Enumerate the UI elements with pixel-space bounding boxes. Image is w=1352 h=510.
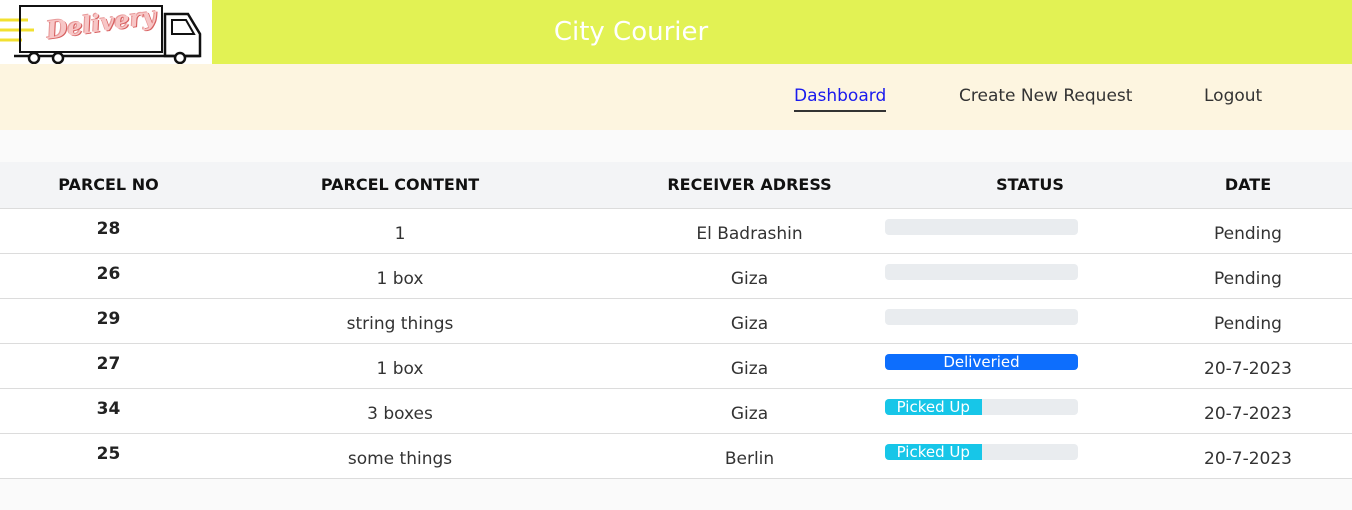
receiver-address-cell: Giza [583, 388, 916, 434]
nav-bar: Dashboard Create New Request Logout [0, 64, 1352, 130]
parcels-table-container: PARCEL NO PARCEL CONTENT RECEIVER ADRESS… [0, 162, 1352, 479]
parcels-table: PARCEL NO PARCEL CONTENT RECEIVER ADRESS… [0, 162, 1352, 479]
column-header-receiver-address[interactable]: RECEIVER ADRESS [583, 162, 916, 209]
date-cell: Pending [1144, 253, 1352, 299]
status-progress-bar: Deliveried [885, 353, 1078, 370]
status-progress-bar [885, 218, 1078, 235]
parcel-no-cell: 27 [0, 343, 217, 389]
parcel-content-cell: some things [217, 433, 583, 479]
date-cell: Pending [1144, 208, 1352, 254]
table-body: 28 1 El Badrashin Pending 26 1 box Giza Pending… [0, 208, 1352, 479]
status-cell [885, 253, 1144, 299]
status-progress-bar [885, 263, 1078, 280]
table-row[interactable]: 34 3 boxes Giza Picked Up 20-7-2023 [0, 388, 1352, 434]
status-cell [885, 298, 1144, 344]
date-cell: 20-7-2023 [1144, 343, 1352, 389]
status-progress-fill: Picked Up [885, 443, 982, 460]
status-cell: Deliveried [885, 343, 1144, 389]
receiver-address-cell: Giza [583, 298, 916, 344]
parcel-no-cell: 29 [0, 298, 217, 344]
parcel-content-cell: string things [217, 298, 583, 344]
date-cell: 20-7-2023 [1144, 433, 1352, 479]
receiver-address-cell: Giza [583, 253, 916, 299]
app-title: City Courier [553, 17, 709, 47]
nav-link-logout[interactable]: Logout [1204, 86, 1262, 110]
column-header-status[interactable]: STATUS [916, 162, 1144, 209]
status-progress-bar: Picked Up [885, 398, 1078, 415]
status-progress-fill: Picked Up [885, 398, 982, 415]
receiver-address-cell: Berlin [583, 433, 916, 479]
status-progress-bar: Picked Up [885, 443, 1078, 460]
receiver-address-cell: El Badrashin [583, 208, 916, 254]
table-row[interactable]: 27 1 box Giza Deliveried 20-7-2023 [0, 343, 1352, 389]
parcel-no-cell: 25 [0, 433, 217, 479]
receiver-address-cell: Giza [583, 343, 916, 389]
status-progress-fill: Deliveried [885, 353, 1078, 370]
date-cell: Pending [1144, 298, 1352, 344]
status-cell: Picked Up [885, 433, 1144, 479]
parcel-no-cell: 26 [0, 253, 217, 299]
status-progress-bar [885, 308, 1078, 325]
table-row[interactable]: 26 1 box Giza Pending [0, 253, 1352, 299]
table-row[interactable]: 25 some things Berlin Picked Up 20-7-2023 [0, 433, 1352, 479]
column-header-parcel-no[interactable]: PARCEL NO [0, 162, 217, 209]
column-header-date[interactable]: DATE [1144, 162, 1352, 209]
parcel-no-cell: 34 [0, 388, 217, 434]
column-header-parcel-content[interactable]: PARCEL CONTENT [217, 162, 583, 209]
table-row[interactable]: 29 string things Giza Pending [0, 298, 1352, 344]
nav-link-create-new-request[interactable]: Create New Request [959, 86, 1132, 110]
parcel-no-cell: 28 [0, 208, 217, 254]
table-row[interactable]: 28 1 El Badrashin Pending [0, 208, 1352, 254]
date-cell: 20-7-2023 [1144, 388, 1352, 434]
parcel-content-cell: 1 [217, 208, 583, 254]
parcel-content-cell: 3 boxes [217, 388, 583, 434]
parcel-content-cell: 1 box [217, 343, 583, 389]
top-header: Delivery City Courier [0, 0, 1352, 64]
parcel-content-cell: 1 box [217, 253, 583, 299]
status-cell [885, 208, 1144, 254]
table-header-row: PARCEL NO PARCEL CONTENT RECEIVER ADRESS… [0, 162, 1352, 209]
nav-link-dashboard[interactable]: Dashboard [794, 86, 887, 112]
status-cell: Picked Up [885, 388, 1144, 434]
delivery-logo[interactable]: Delivery [0, 0, 212, 64]
